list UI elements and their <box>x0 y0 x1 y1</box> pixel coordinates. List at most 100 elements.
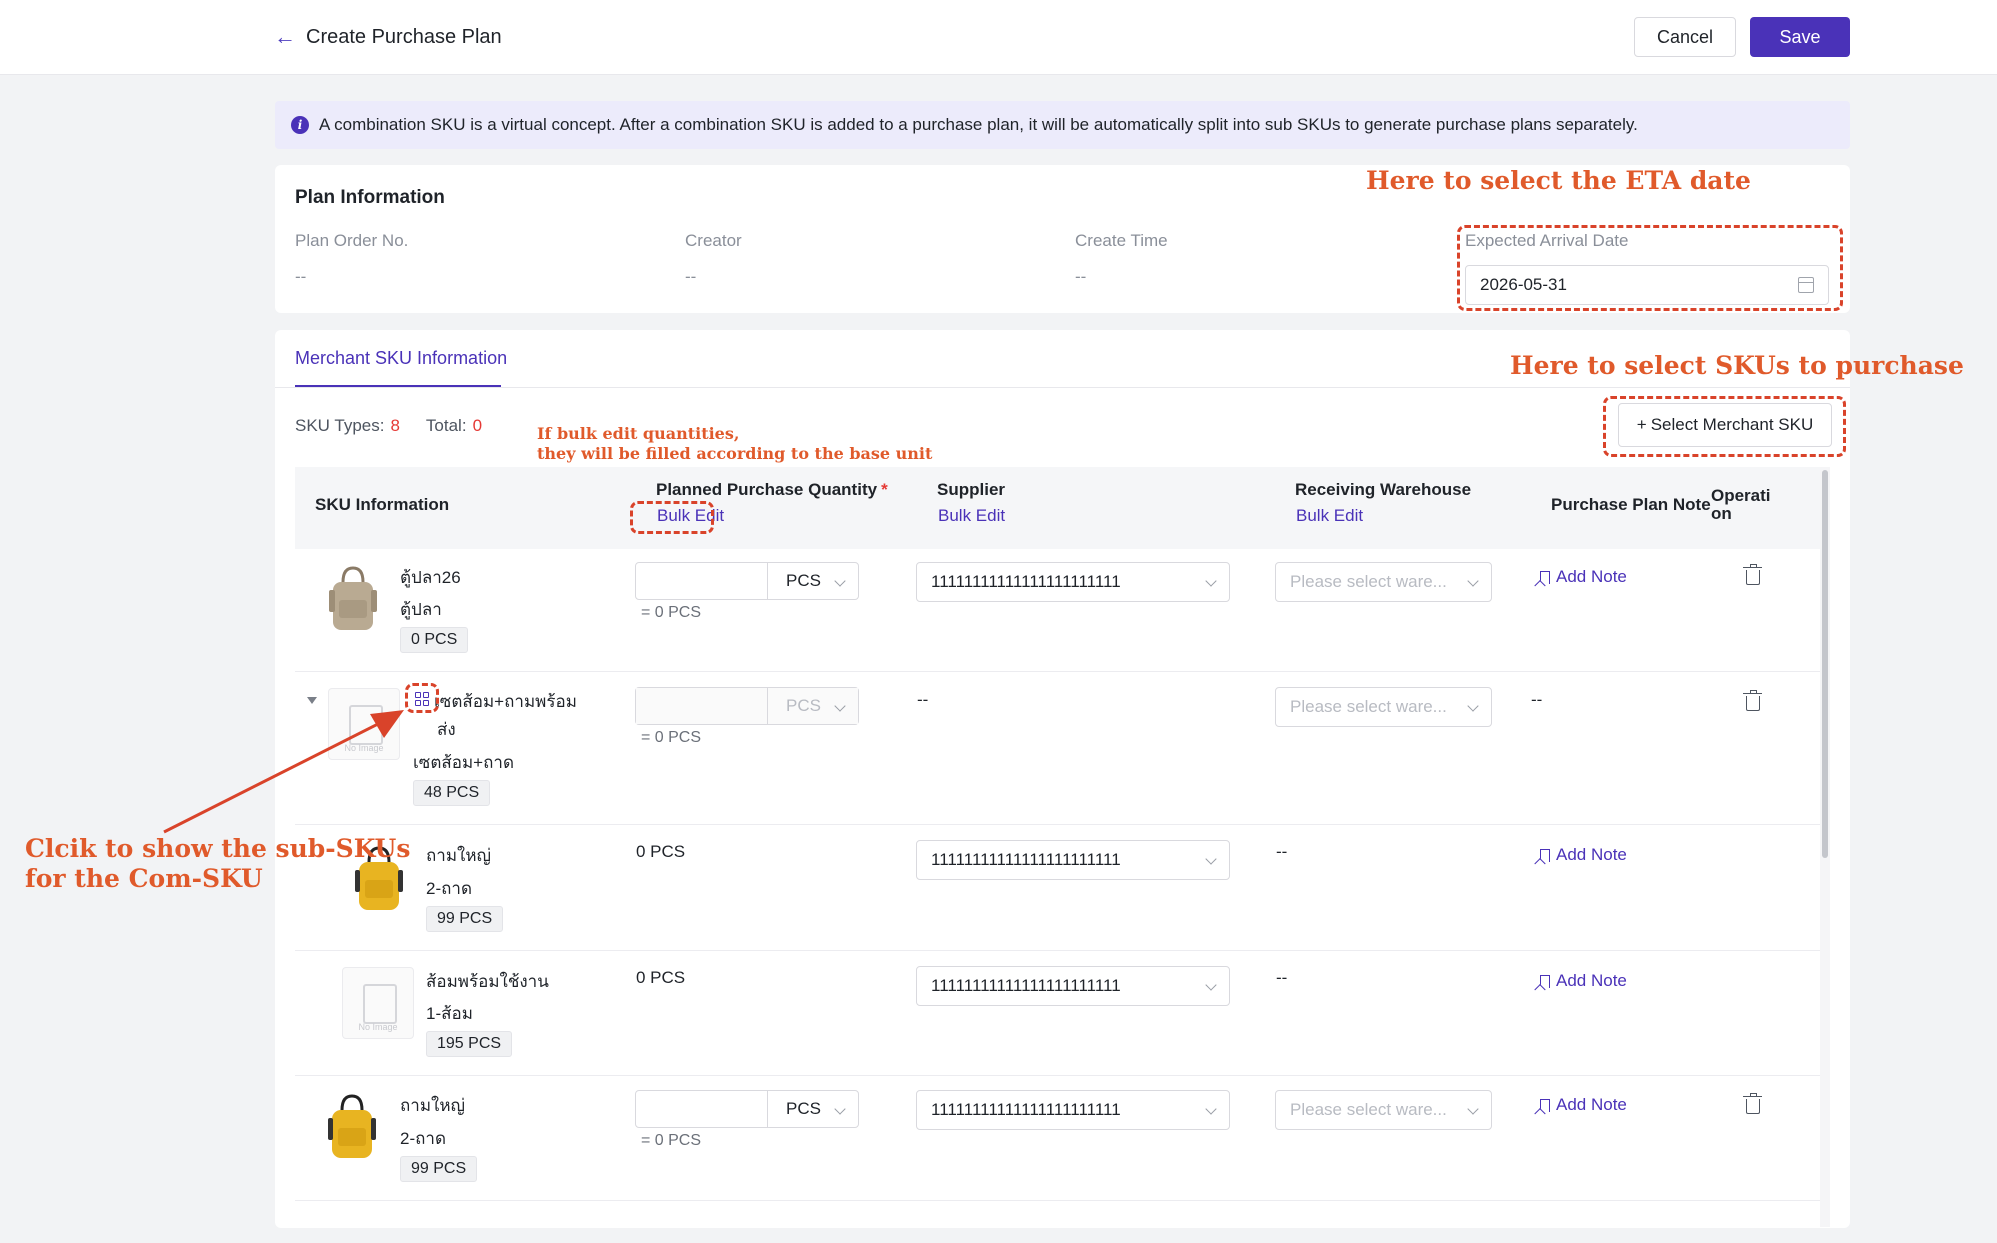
planned-quantity-value: 0 PCS <box>636 968 686 987</box>
chevron-down-icon <box>1467 700 1479 712</box>
quantity-field[interactable] <box>636 563 768 599</box>
notice-text: A combination SKU is a virtual concept. … <box>319 115 1638 134</box>
stock-badge: 195 PCS <box>426 1031 513 1057</box>
supplier-select[interactable]: 11111111111111111111111 <box>916 1090 1230 1130</box>
chevron-down-icon <box>1467 575 1479 587</box>
plan-order-no-value: -- <box>295 267 307 286</box>
table-scrollbar-thumb[interactable] <box>1822 470 1828 858</box>
add-note-label: Add Note <box>1556 971 1627 990</box>
tab-merchant-sku-information[interactable]: Merchant SKU Information <box>295 348 507 369</box>
quantity-input[interactable]: PCS <box>635 562 859 600</box>
add-note-label: Add Note <box>1556 845 1627 864</box>
stock-badge: 0 PCS <box>400 627 469 653</box>
delete-icon[interactable] <box>1743 564 1762 585</box>
annotation-select-skus-highlight <box>1603 396 1846 457</box>
bookmark-icon <box>1540 974 1550 988</box>
supplier-value: 11111111111111111111111 <box>931 976 1121 995</box>
product-thumbnail-yellow-bag <box>328 1094 376 1158</box>
add-note-button[interactable]: Add Note <box>1540 845 1627 865</box>
tab-divider <box>275 387 1850 388</box>
top-bar: ← Create Purchase Plan Cancel Save <box>0 0 1997 75</box>
chevron-down-icon <box>1205 979 1217 991</box>
sku-types-label: SKU Types: <box>295 416 385 435</box>
chevron-down-icon <box>1205 853 1217 865</box>
chevron-down-icon <box>834 575 846 587</box>
sku-name: ตู้ปลา26 <box>400 568 461 587</box>
planned-quantity-value: 0 PCS <box>636 842 686 861</box>
create-time-value: -- <box>1075 267 1087 286</box>
plan-order-no-label: Plan Order No. <box>295 231 409 250</box>
back-arrow-icon: ← <box>274 24 296 49</box>
bookmark-icon <box>1540 1098 1550 1112</box>
delete-icon[interactable] <box>1743 690 1762 711</box>
annotation-bulk-edit-highlight <box>630 501 714 534</box>
stock-badge: 99 PCS <box>426 906 504 932</box>
quantity-input[interactable]: PCS <box>635 687 859 725</box>
warehouse-select[interactable]: Please select ware... <box>1275 562 1492 602</box>
supplier-value: -- <box>917 690 929 709</box>
annotation-eta-highlight <box>1457 225 1843 311</box>
warehouse-select[interactable]: Please select ware... <box>1275 687 1492 727</box>
stock-badge: 99 PCS <box>400 1156 478 1182</box>
supplier-value: 11111111111111111111111 <box>931 850 1121 869</box>
add-note-button[interactable]: Add Note <box>1540 971 1627 991</box>
chevron-down-icon <box>834 700 846 712</box>
sku-stats: SKU Types: 8 Total: 0 <box>295 416 482 436</box>
annotation-combo-sku-line-2: for the Com-SKU <box>25 864 263 893</box>
add-note-button[interactable]: Add Note <box>1540 1095 1627 1115</box>
base-unit-equivalent: = 0 PCS <box>641 1132 702 1149</box>
warehouse-select[interactable]: Please select ware... <box>1275 1090 1492 1130</box>
save-button[interactable]: Save <box>1750 17 1850 57</box>
annotation-bulk-edit: If bulk edit quantities, they will be fi… <box>537 424 932 464</box>
column-sku-information: SKU Information <box>315 495 450 514</box>
column-receiving-warehouse: Receiving Warehouse <box>1295 480 1472 499</box>
annotation-bulk-edit-line-2: they will be filled according to the bas… <box>537 444 933 463</box>
sku-types-value: 8 <box>390 416 400 435</box>
supplier-value: 11111111111111111111111 <box>931 1100 1121 1119</box>
add-note-button[interactable]: Add Note <box>1540 567 1627 587</box>
warehouse-value: -- <box>1276 842 1288 861</box>
annotation-bulk-edit-line-1: If bulk edit quantities, <box>537 424 740 443</box>
column-operation-line-1: Operati <box>1711 486 1771 505</box>
stock-badge: 48 PCS <box>413 780 491 806</box>
unit-value: PCS <box>786 696 821 715</box>
supplier-select[interactable]: 11111111111111111111111 <box>916 966 1230 1006</box>
quantity-field[interactable] <box>636 688 768 724</box>
cancel-button[interactable]: Cancel <box>1634 17 1736 57</box>
sku-name: ถามใหญ่ <box>426 846 492 865</box>
warehouse-value: -- <box>1276 968 1288 987</box>
supplier-bulk-edit-link[interactable]: Bulk Edit <box>938 506 1005 526</box>
sku-code: ตู้ปลา <box>400 600 442 619</box>
delete-icon[interactable] <box>1743 1093 1762 1114</box>
chevron-down-icon <box>834 1103 846 1115</box>
warehouse-placeholder: Please select ware... <box>1290 1100 1447 1119</box>
total-value: 0 <box>472 416 483 435</box>
chevron-down-icon <box>1205 1103 1217 1115</box>
info-icon: i <box>291 116 309 134</box>
sku-code: 1-ส้อม <box>426 1004 473 1023</box>
annotation-arrow <box>163 710 404 834</box>
base-unit-equivalent: = 0 PCS <box>641 604 702 621</box>
quantity-field[interactable] <box>636 1091 768 1127</box>
supplier-select[interactable]: 11111111111111111111111 <box>916 840 1230 880</box>
sku-name-continued: ส่ง <box>437 720 456 739</box>
creator-value: -- <box>685 267 697 286</box>
quantity-input[interactable]: PCS <box>635 1090 859 1128</box>
annotation-select-skus: Here to select SKUs to purchase <box>1510 351 1964 380</box>
back-link[interactable]: ← Create Purchase Plan <box>274 24 502 50</box>
unit-value: PCS <box>786 571 821 590</box>
sku-code: เซตส้อม+ถาด <box>413 753 514 772</box>
required-marker: * <box>881 480 888 499</box>
unit-select[interactable]: PCS <box>768 1091 858 1127</box>
warehouse-bulk-edit-link[interactable]: Bulk Edit <box>1296 506 1363 526</box>
sku-code: 2-ถาด <box>400 1129 446 1148</box>
warehouse-placeholder: Please select ware... <box>1290 697 1447 716</box>
unit-select[interactable]: PCS <box>768 563 858 599</box>
total-label: Total: <box>425 416 467 435</box>
sku-name: เซตส้อม+ถามพร้อม <box>434 692 577 711</box>
supplier-select[interactable]: 11111111111111111111111 <box>916 562 1230 602</box>
column-operation: Operati on <box>1711 487 1771 523</box>
table-header: SKU Information Planned Purchase Quantit… <box>295 467 1820 549</box>
column-planned-purchase-quantity: Planned Purchase Quantity * <box>656 480 888 500</box>
row-divider <box>295 1075 1820 1076</box>
